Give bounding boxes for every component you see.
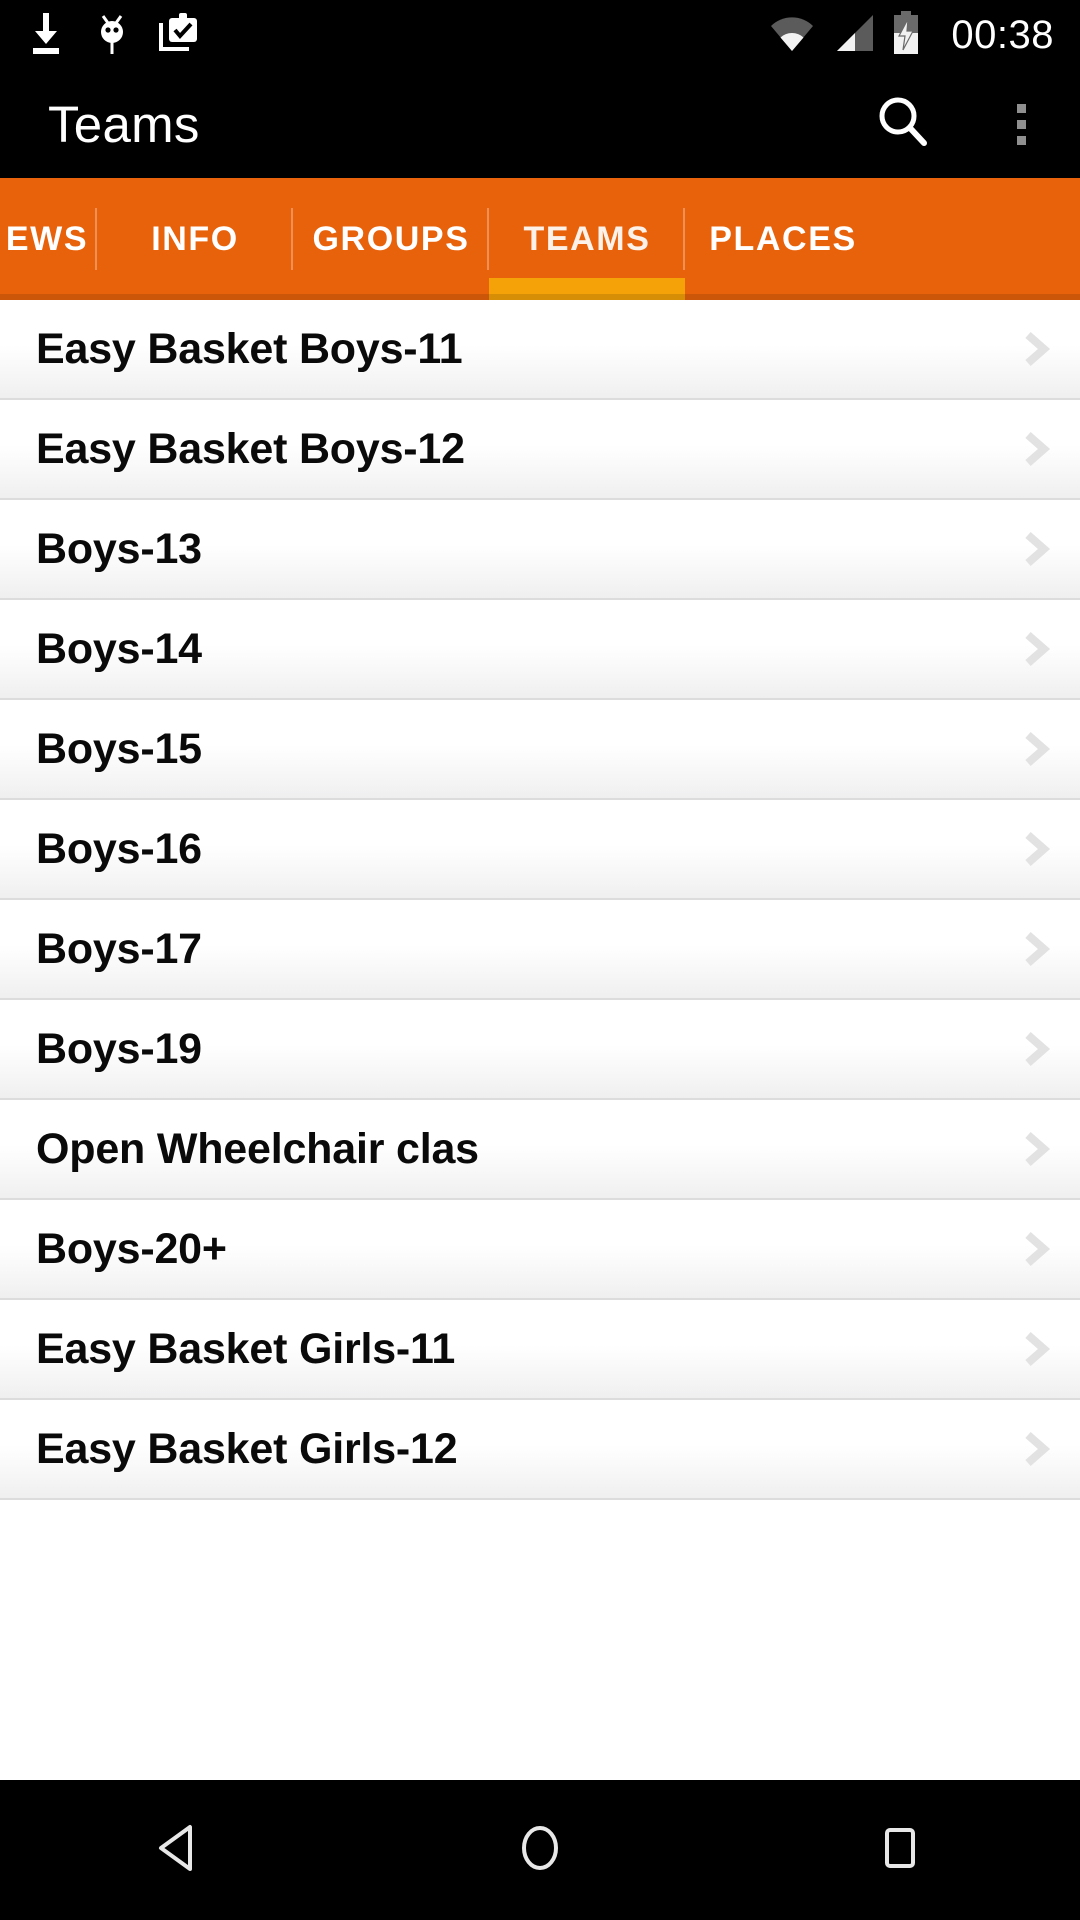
android-navigation-bar bbox=[0, 1780, 1080, 1920]
android-debug-icon bbox=[92, 10, 132, 61]
chevron-right-icon bbox=[1018, 1429, 1052, 1469]
overflow-menu-icon bbox=[1016, 103, 1026, 145]
chevron-right-icon bbox=[1018, 929, 1052, 969]
list-item[interactable]: Easy Basket Boys-12 bbox=[0, 400, 1080, 500]
nav-home-button[interactable] bbox=[440, 1780, 640, 1920]
overflow-menu-button[interactable] bbox=[962, 70, 1080, 178]
list-item[interactable]: Boys-17 bbox=[0, 900, 1080, 1000]
phone-screen: 00:38 Teams EWS INFO GROUPS TEAMS PLACES… bbox=[0, 0, 1080, 1920]
chevron-right-icon bbox=[1018, 529, 1052, 569]
list-item-label: Boys-20+ bbox=[36, 1224, 227, 1273]
list-item-label: Boys-13 bbox=[36, 524, 202, 573]
action-bar-actions bbox=[844, 70, 1080, 178]
list-item[interactable]: Boys-16 bbox=[0, 800, 1080, 900]
list-item-label: Easy Basket Girls-11 bbox=[36, 1324, 456, 1373]
list-item-label: Open Wheelchair clas bbox=[36, 1124, 479, 1173]
chevron-right-icon bbox=[1018, 1129, 1052, 1169]
chevron-right-icon bbox=[1018, 429, 1052, 469]
list-item[interactable]: Boys-15 bbox=[0, 700, 1080, 800]
list-item-label: Boys-14 bbox=[36, 624, 202, 673]
tab-ews[interactable]: EWS bbox=[0, 178, 97, 300]
status-bar-right-icons: 00:38 bbox=[769, 10, 1054, 60]
list-item-label: Easy Basket Boys-12 bbox=[36, 424, 465, 473]
list-item[interactable]: Open Wheelchair clas bbox=[0, 1100, 1080, 1200]
tab-strip: EWS INFO GROUPS TEAMS PLACES bbox=[0, 178, 881, 300]
chevron-right-icon bbox=[1018, 1229, 1052, 1269]
search-button[interactable] bbox=[844, 70, 962, 178]
list-item-label: Easy Basket Girls-12 bbox=[36, 1424, 458, 1473]
tab-places[interactable]: PLACES bbox=[685, 178, 881, 300]
tab-bar[interactable]: EWS INFO GROUPS TEAMS PLACES bbox=[0, 178, 1080, 300]
page-title: Teams bbox=[48, 95, 200, 153]
status-bar: 00:38 bbox=[0, 0, 1080, 70]
list-item-label: Boys-19 bbox=[36, 1024, 202, 1073]
download-icon bbox=[26, 11, 66, 60]
status-bar-left-icons bbox=[26, 10, 200, 61]
list-item-label: Boys-16 bbox=[36, 824, 202, 873]
tab-groups[interactable]: GROUPS bbox=[293, 178, 489, 300]
list-item[interactable]: Boys-20+ bbox=[0, 1200, 1080, 1300]
recents-icon bbox=[871, 1819, 929, 1882]
cellular-signal-icon bbox=[831, 13, 875, 58]
list-item[interactable]: Boys-14 bbox=[0, 600, 1080, 700]
chevron-right-icon bbox=[1018, 829, 1052, 869]
status-bar-clock: 00:38 bbox=[951, 13, 1054, 57]
chevron-right-icon bbox=[1018, 1029, 1052, 1069]
chevron-right-icon bbox=[1018, 1329, 1052, 1369]
list-item[interactable]: Boys-19 bbox=[0, 1000, 1080, 1100]
list-item[interactable]: Easy Basket Girls-12 bbox=[0, 1400, 1080, 1500]
battery-charging-icon bbox=[891, 10, 921, 60]
list-item[interactable]: Easy Basket Girls-11 bbox=[0, 1300, 1080, 1400]
nav-recents-button[interactable] bbox=[800, 1780, 1000, 1920]
tab-label: TEAMS bbox=[523, 219, 651, 258]
search-icon bbox=[872, 91, 934, 158]
clipboard-check-icon bbox=[158, 11, 200, 60]
tab-label: EWS bbox=[5, 219, 89, 258]
nav-back-button[interactable] bbox=[80, 1780, 280, 1920]
back-icon bbox=[151, 1819, 209, 1882]
list-item-label: Boys-17 bbox=[36, 924, 202, 973]
tab-label: INFO bbox=[151, 219, 239, 258]
list-item-label: Easy Basket Boys-11 bbox=[36, 324, 463, 373]
chevron-right-icon bbox=[1018, 629, 1052, 669]
home-icon bbox=[511, 1819, 569, 1882]
tab-info[interactable]: INFO bbox=[97, 178, 293, 300]
list-item[interactable]: Boys-13 bbox=[0, 500, 1080, 600]
tab-label: GROUPS bbox=[312, 219, 470, 258]
teams-list[interactable]: Easy Basket Boys-11 Easy Basket Boys-12 Bo… bbox=[0, 300, 1080, 1920]
list-item-label: Boys-15 bbox=[36, 724, 202, 773]
chevron-right-icon bbox=[1018, 729, 1052, 769]
action-bar: Teams bbox=[0, 70, 1080, 178]
tab-label: PLACES bbox=[709, 219, 857, 258]
chevron-right-icon bbox=[1018, 329, 1052, 369]
wifi-icon bbox=[769, 13, 815, 58]
list-item[interactable]: Easy Basket Boys-11 bbox=[0, 300, 1080, 400]
